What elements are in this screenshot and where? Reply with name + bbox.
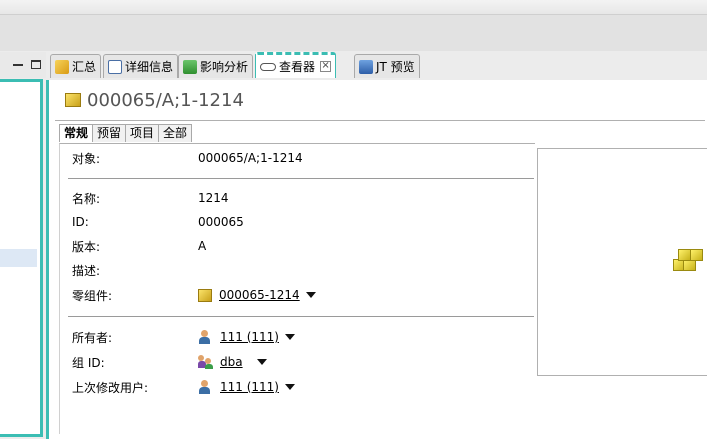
tab-label: JT 预览 <box>376 60 415 74</box>
tab-jt-preview[interactable]: JT 预览 <box>354 54 420 78</box>
field-label: 名称: <box>72 191 101 206</box>
field-label: 组 ID: <box>72 355 105 370</box>
field-value: 000065/A;1-1214 <box>198 151 303 165</box>
field-id: ID: 000065 <box>72 213 532 231</box>
dropdown-arrow-icon[interactable] <box>285 334 295 340</box>
selected-tree-row[interactable] <box>0 249 37 267</box>
field-revision: 版本: A <box>72 237 532 255</box>
field-value: 111 (111) <box>198 330 295 344</box>
last-modified-user-link[interactable]: 111 (111) <box>220 380 279 394</box>
field-description: 描述: <box>72 261 532 279</box>
item-cubes-icon <box>673 247 703 273</box>
field-label: 版本: <box>72 239 101 254</box>
dropdown-arrow-icon[interactable] <box>256 359 267 365</box>
object-header: 000065/A;1-1214 <box>55 80 705 121</box>
subtab-general[interactable]: 常规 <box>59 124 94 142</box>
user-icon <box>198 380 211 394</box>
field-label: 零组件: <box>72 288 113 303</box>
field-part: 零组件: 000065-1214 <box>72 286 532 304</box>
property-subtabs: 常规 预留 项目 全部 <box>59 124 193 142</box>
close-tab-icon[interactable]: × <box>320 61 332 72</box>
field-value: dba <box>198 355 267 369</box>
field-label: 上次修改用户: <box>72 380 149 395</box>
field-value: 000065 <box>198 215 244 229</box>
owner-link[interactable]: 111 (111) <box>220 330 279 344</box>
item-icon <box>198 288 212 302</box>
viewer-panel: 000065/A;1-1214 常规 预留 项目 全部 对象: 000065/A… <box>46 80 707 439</box>
field-label: 所有者: <box>72 330 113 345</box>
maximize-icon[interactable] <box>31 60 41 69</box>
impact-analysis-icon <box>183 59 197 74</box>
tab-details[interactable]: 详细信息 <box>103 54 179 78</box>
tab-label: 汇总 <box>72 60 97 74</box>
field-label: ID: <box>72 215 89 229</box>
field-owner: 所有者: 111 (111) <box>72 328 532 346</box>
field-value: 000065-1214 <box>198 288 316 302</box>
user-icon <box>198 330 211 344</box>
viewer-icon <box>260 62 276 71</box>
subtab-all[interactable]: 全部 <box>158 124 193 142</box>
editor-tabs: 汇总 详细信息 影响分析 查看器 × JT 预览 <box>46 52 707 80</box>
field-label: 描述: <box>72 263 101 278</box>
image-preview-panel <box>537 148 707 376</box>
group-link[interactable]: dba <box>220 355 243 369</box>
field-group: 组 ID: dba <box>72 353 532 371</box>
tab-impact-analysis[interactable]: 影响分析 <box>178 54 254 78</box>
subtab-reservation[interactable]: 预留 <box>92 124 127 142</box>
tab-viewer[interactable]: 查看器 × <box>255 52 337 78</box>
item-revision-icon <box>65 93 81 107</box>
part-link[interactable]: 000065-1214 <box>219 288 300 302</box>
left-panel <box>0 52 46 439</box>
tab-label: 详细信息 <box>125 60 174 74</box>
field-value: A <box>198 239 207 253</box>
minimize-icon[interactable] <box>13 60 23 66</box>
field-object: 对象: 000065/A;1-1214 <box>72 149 532 167</box>
left-panel-header <box>0 52 46 78</box>
field-name: 名称: 1214 <box>72 189 532 207</box>
field-label: 对象: <box>72 151 101 166</box>
object-title: 000065/A;1-1214 <box>87 89 244 111</box>
divider <box>68 316 534 317</box>
properties-form: 对象: 000065/A;1-1214 名称: 1214 ID: 000065 … <box>59 143 535 434</box>
dropdown-arrow-icon[interactable] <box>285 384 295 390</box>
group-icon <box>198 355 213 369</box>
summary-icon <box>55 59 69 74</box>
tab-label: 影响分析 <box>200 60 249 74</box>
field-value: 1214 <box>198 191 229 205</box>
tab-label: 查看器 <box>279 60 316 74</box>
window-top-bar <box>0 0 707 15</box>
jt-preview-icon <box>359 59 373 74</box>
subtab-project[interactable]: 项目 <box>125 124 160 142</box>
toolbar-strip <box>0 15 707 51</box>
dropdown-arrow-icon[interactable] <box>305 292 316 298</box>
details-icon <box>108 59 122 74</box>
field-value: 111 (111) <box>198 380 295 394</box>
tab-summary[interactable]: 汇总 <box>50 54 102 78</box>
field-last-modified-user: 上次修改用户: 111 (111) <box>72 378 532 396</box>
divider <box>68 178 534 179</box>
left-panel-body <box>0 79 43 437</box>
